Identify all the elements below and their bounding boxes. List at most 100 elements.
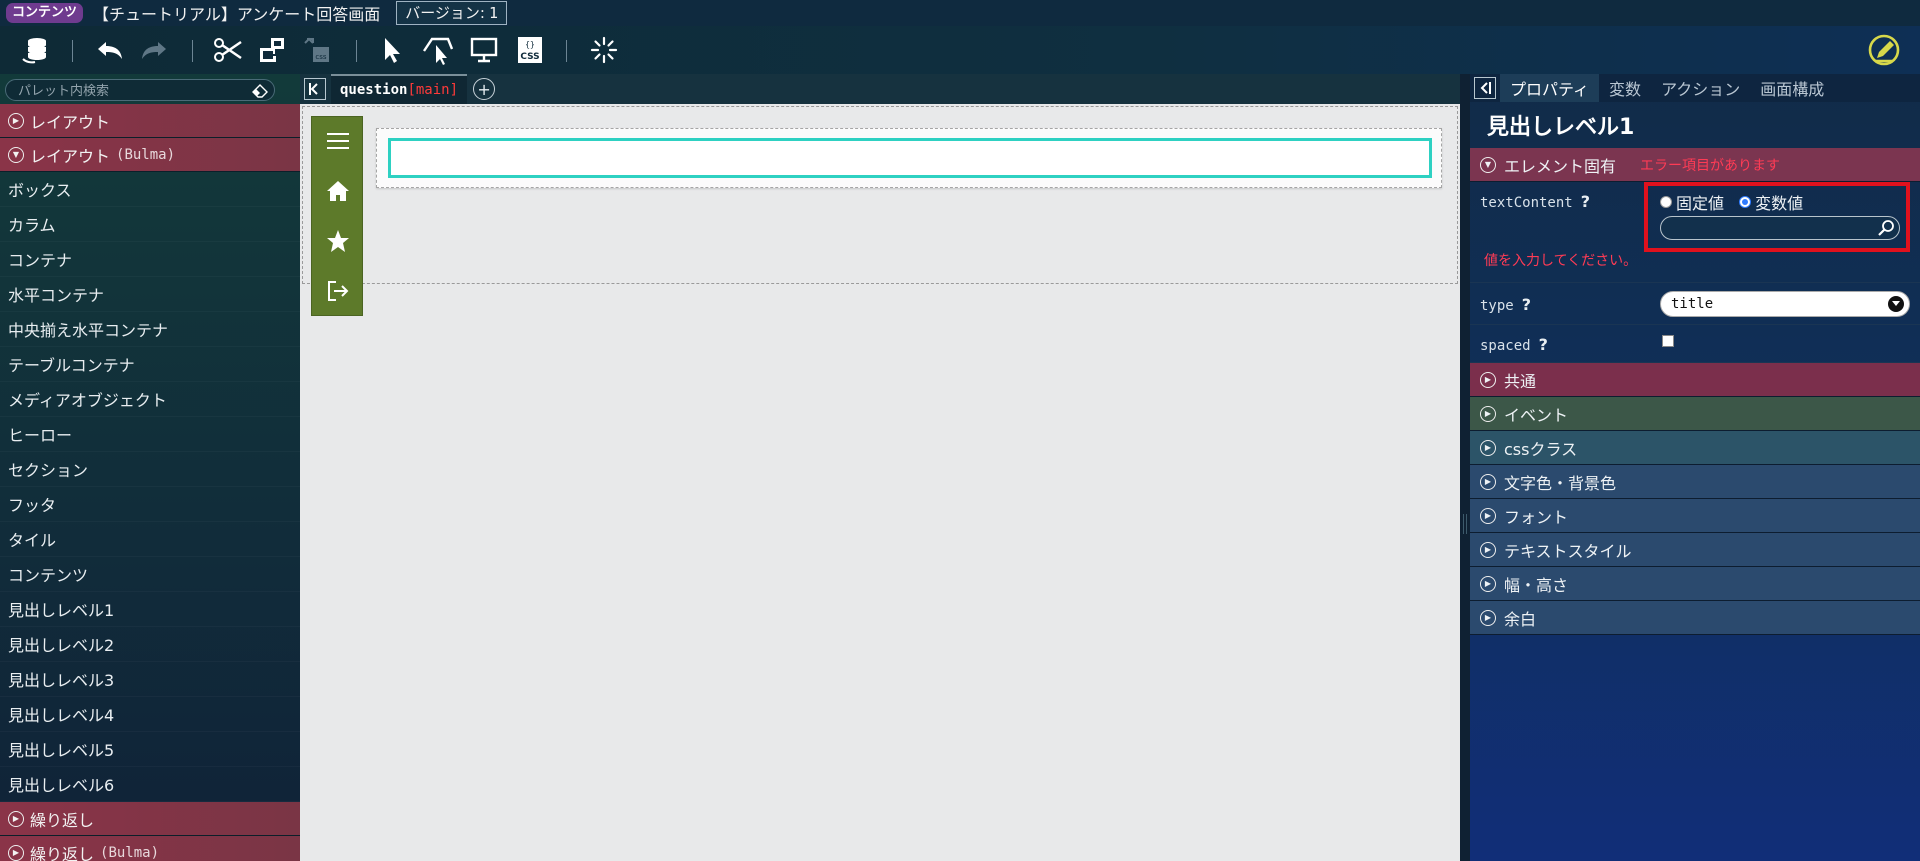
expand-arrow-icon: ▶ xyxy=(8,810,24,827)
prop-row-spaced: spaced? xyxy=(1470,325,1920,363)
field-error-message: 値を入力してください。 xyxy=(1484,253,1638,269)
tab-variables[interactable]: 変数 xyxy=(1599,74,1651,102)
category-sublabel: (Bulma) xyxy=(116,146,176,163)
tab-screen-structure[interactable]: 画面構成 xyxy=(1750,74,1834,102)
spaced-checkbox[interactable] xyxy=(1662,335,1674,347)
chevron-down-icon[interactable] xyxy=(1888,296,1904,312)
cut-icon[interactable] xyxy=(210,32,246,68)
category-repeat[interactable]: ▶ 繰り返し xyxy=(0,802,300,836)
section-width-height[interactable]: ▶ 幅・高さ xyxy=(1470,567,1920,601)
properties-tab-bar: プロパティ 変数 アクション 画面構成 xyxy=(1470,74,1920,102)
palette-item[interactable]: メディアオブジェクト xyxy=(0,382,300,417)
expand-arrow-icon: ▶ xyxy=(1480,575,1496,592)
database-icon[interactable] xyxy=(18,32,54,68)
properties-panel: プロパティ 変数 アクション 画面構成 見出しレベル1 ▼ エレメント固有 エラ… xyxy=(1470,74,1920,861)
palette-item[interactable]: 見出しレベル4 xyxy=(0,697,300,732)
css-icon[interactable]: {} CSS xyxy=(512,32,548,68)
tab-actions[interactable]: アクション xyxy=(1651,74,1750,102)
section-text-bg-color[interactable]: ▶ 文字色・背景色 xyxy=(1470,465,1920,499)
edit-pencil-icon[interactable] xyxy=(1866,32,1902,68)
side-menu-component[interactable] xyxy=(311,116,363,316)
palette-item[interactable]: フッタ xyxy=(0,487,300,522)
category-label: 繰り返し xyxy=(30,810,95,830)
select-pointer-icon[interactable] xyxy=(374,32,410,68)
section-label: フォント xyxy=(1504,507,1569,527)
radio-dot-selected[interactable] xyxy=(1739,196,1752,208)
copy-structure-icon[interactable] xyxy=(254,32,290,68)
category-layout-bulma[interactable]: ▼ レイアウト (Bulma) xyxy=(0,138,300,172)
type-select[interactable]: title xyxy=(1660,291,1910,317)
palette-item[interactable]: コンテンツ xyxy=(0,557,300,592)
palette-item[interactable]: 中央揃え水平コンテナ xyxy=(0,312,300,347)
prop-row-textcontent: textContent? 固定値 変数値 値を入力してください。 xyxy=(1470,182,1920,283)
palette-item[interactable]: 見出しレベル6 xyxy=(0,767,300,802)
heading-wrapper[interactable] xyxy=(376,128,1442,188)
radio-variable-value[interactable]: 変数値 xyxy=(1739,190,1803,214)
palette-item[interactable]: ボックス xyxy=(0,172,300,207)
expand-arrow-icon: ▶ xyxy=(1480,439,1496,456)
palette-search-input[interactable] xyxy=(6,81,246,102)
section-margin[interactable]: ▶ 余白 xyxy=(1470,601,1920,635)
expand-arrow-icon: ▶ xyxy=(8,112,24,129)
collapse-palette-icon[interactable] xyxy=(304,78,326,100)
version-indicator[interactable]: バージョン: 1 xyxy=(396,1,508,25)
help-icon[interactable]: ? xyxy=(1581,192,1590,211)
home-icon[interactable] xyxy=(324,177,352,205)
section-css-class[interactable]: ▶ cssクラス xyxy=(1470,431,1920,465)
palette-item[interactable]: タイル xyxy=(0,522,300,557)
category-layout[interactable]: ▶ レイアウト xyxy=(0,104,300,138)
palette-item[interactable]: コンテナ xyxy=(0,242,300,277)
palette-item[interactable]: 水平コンテナ xyxy=(0,277,300,312)
variable-input[interactable] xyxy=(1660,216,1900,240)
help-icon[interactable]: ? xyxy=(1539,335,1548,354)
section-text-style[interactable]: ▶ テキストスタイル xyxy=(1470,533,1920,567)
eraser-icon[interactable] xyxy=(252,83,268,102)
tab-properties[interactable]: プロパティ xyxy=(1500,74,1600,102)
selected-heading-level1[interactable] xyxy=(388,138,1432,178)
parent-select-icon[interactable] xyxy=(420,32,456,68)
title-bar: コンテンツ 【チュートリアル】アンケート回答画面 バージョン: 1 xyxy=(0,0,1920,26)
logout-icon[interactable] xyxy=(324,277,352,305)
help-icon[interactable]: ? xyxy=(1522,295,1531,314)
palette-item[interactable]: セクション xyxy=(0,452,300,487)
svg-text:css: css xyxy=(315,53,326,61)
palette-item[interactable]: 見出しレベル3 xyxy=(0,662,300,697)
category-repeat-bulma[interactable]: ▶ 繰り返し (Bulma) xyxy=(0,836,300,861)
design-canvas[interactable]: question [main] + xyxy=(300,74,1460,861)
palette-item[interactable]: 見出しレベル5 xyxy=(0,732,300,767)
paste-icon[interactable]: css xyxy=(300,32,336,68)
version-label: バージョン: xyxy=(405,4,485,22)
radio-fixed-value[interactable]: 固定値 xyxy=(1660,190,1724,214)
section-label: 余白 xyxy=(1504,609,1537,629)
palette-item[interactable]: テーブルコンテナ xyxy=(0,347,300,382)
palette-item[interactable]: 見出しレベル2 xyxy=(0,627,300,662)
search-icon[interactable] xyxy=(1877,219,1895,241)
palette-item[interactable]: 見出しレベル1 xyxy=(0,592,300,627)
section-element-specific[interactable]: ▼ エレメント固有 エラー項目があります xyxy=(1470,148,1920,182)
panel-splitter[interactable] xyxy=(1460,74,1470,861)
category-sublabel: (Bulma) xyxy=(100,844,160,861)
section-font[interactable]: ▶ フォント xyxy=(1470,499,1920,533)
undo-icon[interactable] xyxy=(92,32,128,68)
expand-arrow-icon: ▶ xyxy=(1480,507,1496,524)
hamburger-icon[interactable] xyxy=(324,127,352,155)
radio-dot[interactable] xyxy=(1660,196,1672,208)
palette-search-box[interactable] xyxy=(5,79,275,102)
palette-item[interactable]: カラム xyxy=(0,207,300,242)
expand-arrow-icon: ▶ xyxy=(1480,541,1496,558)
collapse-properties-icon[interactable] xyxy=(1474,77,1496,99)
section-label: cssクラス xyxy=(1504,439,1578,459)
section-events[interactable]: ▶ イベント xyxy=(1470,397,1920,431)
palette-item-list: ボックス カラム コンテナ 水平コンテナ 中央揃え水平コンテナ テーブルコンテナ… xyxy=(0,172,300,802)
splitter-grip[interactable] xyxy=(1463,514,1467,534)
svg-text:CSS: CSS xyxy=(520,52,539,62)
redo-icon[interactable] xyxy=(136,32,172,68)
add-screen-icon[interactable]: + xyxy=(473,78,496,100)
star-icon[interactable] xyxy=(324,227,352,255)
tab-question-main[interactable]: question [main] xyxy=(331,74,468,104)
canvas-tab-bar: question [main] + xyxy=(300,74,1460,104)
loading-spinner-icon[interactable] xyxy=(586,32,622,68)
section-common[interactable]: ▶ 共通 xyxy=(1470,363,1920,397)
palette-item[interactable]: ヒーロー xyxy=(0,417,300,452)
preview-monitor-icon[interactable] xyxy=(466,32,502,68)
